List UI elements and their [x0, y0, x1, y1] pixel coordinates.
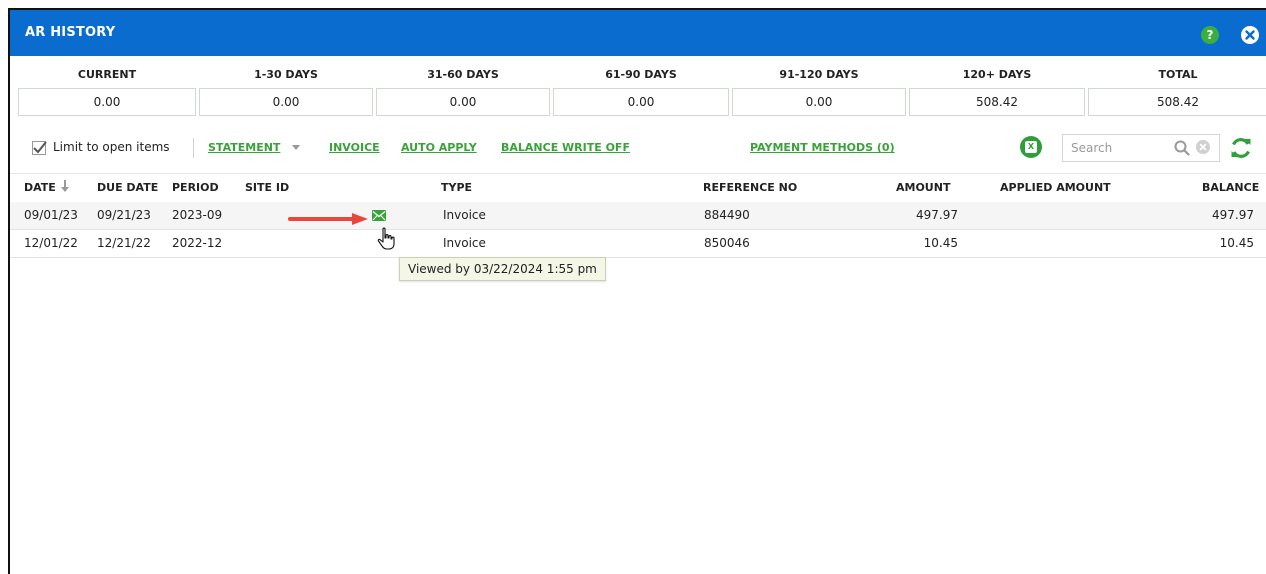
checkmark-icon — [33, 141, 47, 154]
cell-due-date: 12/21/22 — [97, 236, 151, 250]
cell-type: Invoice — [443, 236, 486, 250]
clear-search-icon[interactable] — [1196, 140, 1210, 154]
invoice-button[interactable]: INVOICE — [329, 141, 380, 154]
aging-label: 91-120 DAYS — [779, 68, 859, 81]
email-viewed-icon[interactable] — [372, 210, 386, 221]
table-row[interactable]: 12/01/22 12/21/22 2022-12 Invoice 850046… — [10, 230, 1266, 258]
cell-reference-no: 850046 — [704, 236, 750, 250]
hand-pointer-icon — [377, 227, 395, 250]
aging-total: TOTAL 508.42 — [1088, 68, 1266, 123]
cell-date: 09/01/23 — [24, 208, 78, 222]
limit-open-items-label[interactable]: Limit to open items — [53, 140, 170, 154]
sort-desc-icon[interactable] — [60, 179, 70, 193]
cell-date: 12/01/22 — [24, 236, 78, 250]
col-header-reference-no[interactable]: REFERENCE NO — [703, 181, 797, 194]
aging-value: 508.42 — [1088, 88, 1266, 116]
aging-value: 0.00 — [199, 88, 373, 116]
payment-methods-button[interactable]: PAYMENT METHODS (0) — [750, 141, 895, 154]
cell-period: 2022-12 — [172, 236, 223, 250]
search-icon[interactable] — [1174, 140, 1190, 156]
cell-balance: 497.97 — [1212, 208, 1254, 222]
aging-value: 0.00 — [553, 88, 729, 116]
balance-write-off-button[interactable]: BALANCE WRITE OFF — [501, 141, 630, 154]
table-row[interactable]: 09/01/23 09/21/23 2023-09 Invoice 884490… — [10, 202, 1266, 230]
aging-label: TOTAL — [1158, 68, 1198, 81]
aging-120-plus: 120+ DAYS 508.42 — [909, 68, 1085, 123]
cell-due-date: 09/21/23 — [97, 208, 151, 222]
annotation-arrow-icon — [288, 213, 368, 225]
limit-open-items-checkbox[interactable] — [32, 141, 47, 155]
col-header-applied-amount[interactable]: APPLIED AMOUNT — [1000, 181, 1111, 194]
col-header-due-date[interactable]: DUE DATE — [97, 181, 158, 194]
col-header-period[interactable]: PERIOD — [172, 181, 219, 194]
toolbar-divider — [193, 138, 194, 158]
col-header-site-id[interactable]: SITE ID — [245, 181, 289, 194]
cell-period: 2023-09 — [172, 208, 223, 222]
cell-reference-no: 884490 — [704, 208, 750, 222]
aging-value: 0.00 — [376, 88, 550, 116]
help-icon[interactable]: ? — [1201, 26, 1219, 44]
grid-header: DATE DUE DATE PERIOD SITE ID TYPE REFERE… — [10, 173, 1266, 203]
title-bar: AR HISTORY ? — [10, 10, 1266, 56]
aging-1-30: 1-30 DAYS 0.00 — [199, 68, 373, 123]
aging-value: 508.42 — [909, 88, 1085, 116]
chevron-down-icon[interactable] — [292, 145, 300, 150]
col-header-balance[interactable]: BALANCE — [1202, 181, 1259, 194]
cell-amount: 10.45 — [923, 236, 958, 250]
cell-amount: 497.97 — [916, 208, 958, 222]
aging-label: 1-30 DAYS — [254, 68, 318, 81]
cell-type: Invoice — [443, 208, 486, 222]
aging-label: 31-60 DAYS — [427, 68, 499, 81]
aging-label: 120+ DAYS — [962, 68, 1032, 81]
close-icon[interactable] — [1240, 25, 1260, 45]
aging-value: 0.00 — [18, 88, 196, 116]
col-header-date[interactable]: DATE — [24, 181, 56, 194]
aging-91-120: 91-120 DAYS 0.00 — [732, 68, 906, 123]
aging-value: 0.00 — [732, 88, 906, 116]
window-title: AR HISTORY — [25, 25, 116, 40]
auto-apply-button[interactable]: AUTO APPLY — [401, 141, 477, 154]
ar-history-window: AR HISTORY ? CURRENT 0.00 1-30 DAYS 0.00… — [8, 8, 1266, 574]
aging-label: 61-90 DAYS — [605, 68, 677, 81]
statement-button[interactable]: STATEMENT — [208, 141, 280, 154]
aging-31-60: 31-60 DAYS 0.00 — [376, 68, 550, 123]
excel-export-icon[interactable]: X — [1020, 136, 1042, 158]
refresh-icon[interactable] — [1228, 135, 1254, 161]
viewed-tooltip: Viewed by 03/22/2024 1:55 pm — [399, 257, 606, 281]
cell-balance: 10.45 — [1219, 236, 1254, 250]
toolbar: Limit to open items STATEMENT INVOICE AU… — [10, 132, 1266, 166]
aging-current: CURRENT 0.00 — [18, 68, 196, 123]
aging-summary: CURRENT 0.00 1-30 DAYS 0.00 31-60 DAYS 0… — [18, 68, 1266, 123]
aging-label: CURRENT — [77, 68, 137, 81]
col-header-amount[interactable]: AMOUNT — [896, 181, 950, 194]
aging-61-90: 61-90 DAYS 0.00 — [553, 68, 729, 123]
col-header-type[interactable]: TYPE — [441, 181, 472, 194]
